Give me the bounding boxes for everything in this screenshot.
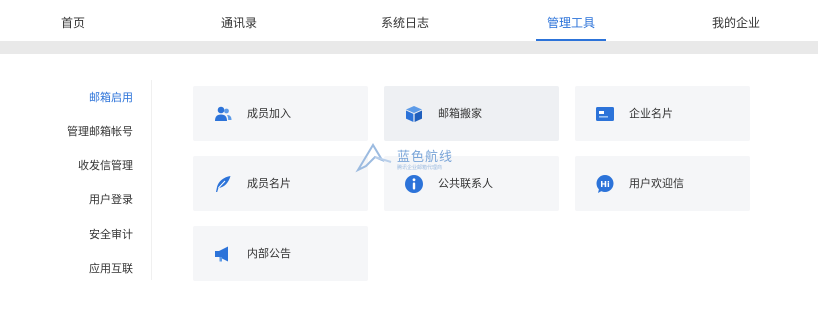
- feather-icon: [213, 174, 233, 194]
- sidebar-item-mailbox-enable[interactable]: 邮箱启用: [89, 89, 133, 105]
- hi-bubble-icon: Hi: [595, 174, 615, 194]
- tool-card-label: 邮箱搬家: [438, 107, 482, 120]
- tab-management-tools-label: 管理工具: [546, 16, 595, 30]
- svg-text:Hi: Hi: [600, 180, 610, 189]
- nav-divider-band: [0, 41, 818, 54]
- box-icon: [404, 104, 424, 124]
- tab-management-tools[interactable]: 管理工具: [536, 0, 606, 41]
- tool-card-member-join[interactable]: 成员加入: [193, 86, 368, 141]
- users-icon: [213, 104, 233, 124]
- watermark-logo: 蓝色航线 腾讯企业邮箱代理商: [355, 142, 470, 178]
- sidebar-menu: 邮箱启用 管理邮箱帐号 收发信管理 用户登录 安全审计 应用互联: [0, 80, 152, 280]
- tab-my-enterprise[interactable]: 我的企业: [700, 0, 772, 41]
- tool-card-enterprise-card[interactable]: 企业名片: [575, 86, 750, 141]
- watermark-title: 蓝色航线: [397, 150, 454, 165]
- tool-card-announcement[interactable]: 内部公告: [193, 226, 368, 281]
- tab-system-log[interactable]: 系统日志: [372, 0, 438, 41]
- tool-card-label: 成员加入: [247, 107, 291, 120]
- card-icon: [595, 104, 615, 124]
- tool-card-member-card[interactable]: 成员名片: [193, 156, 368, 211]
- tool-card-label: 成员名片: [247, 177, 291, 190]
- tool-card-welcome-letter[interactable]: Hi 用户欢迎信: [575, 156, 750, 211]
- megaphone-icon: [213, 244, 233, 264]
- watermark-subtitle: 腾讯企业邮箱代理商: [397, 165, 443, 171]
- sidebar-item-manage-accounts[interactable]: 管理邮箱帐号: [67, 123, 133, 139]
- tool-card-mailbox-migration[interactable]: 邮箱搬家: [384, 86, 559, 141]
- sidebar-item-mail-management[interactable]: 收发信管理: [78, 157, 133, 173]
- sidebar-item-user-login[interactable]: 用户登录: [89, 191, 133, 207]
- tab-home[interactable]: 首页: [50, 0, 96, 41]
- tab-contacts[interactable]: 通讯录: [210, 0, 268, 41]
- sidebar-item-app-integration[interactable]: 应用互联: [89, 260, 133, 276]
- watermark-arrow-icon: [355, 143, 392, 173]
- tool-card-label: 用户欢迎信: [629, 177, 684, 190]
- tool-card-label: 内部公告: [247, 247, 291, 260]
- sidebar-item-security-audit[interactable]: 安全审计: [89, 226, 133, 242]
- tool-card-label: 企业名片: [629, 107, 673, 120]
- top-navigation: 首页 通讯录 系统日志 管理工具 我的企业: [0, 0, 818, 41]
